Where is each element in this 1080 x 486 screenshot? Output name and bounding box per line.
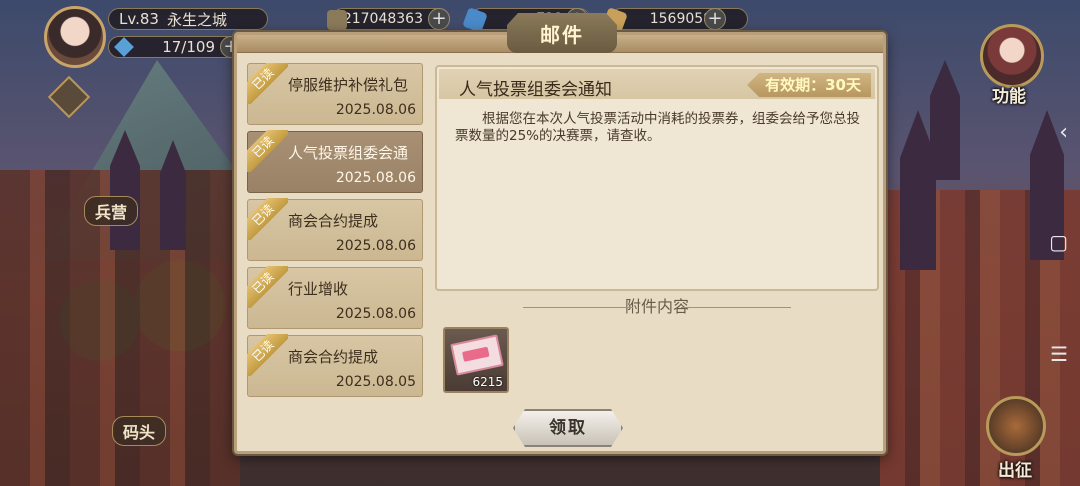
mail-item-title: 停服维护补偿礼包 xyxy=(288,76,409,94)
player-level: Lv.83 xyxy=(119,10,159,28)
expiry-badge: 有效期：30天 xyxy=(747,73,871,97)
mail-content-body: 根据您在本次人气投票活动中消耗的投票券，组委会给予您总投票数量的25%的决赛票，… xyxy=(455,111,860,144)
function-avatar-button[interactable] xyxy=(980,24,1044,88)
mail-item-title: 人气投票组委会通 xyxy=(288,144,409,162)
attachment-slot[interactable]: 6215 xyxy=(443,327,509,393)
expedition-label[interactable]: 出征 xyxy=(998,456,1032,481)
energy-icon xyxy=(114,37,134,57)
mail-item-date: 2025.08.06 xyxy=(335,170,416,186)
home-icon[interactable]: ▢ xyxy=(1049,230,1068,254)
add-gold-button[interactable]: + xyxy=(428,8,450,30)
back-icon[interactable]: ‹ xyxy=(1059,120,1068,145)
mail-item-date: 2025.08.06 xyxy=(335,306,416,322)
castle-tower xyxy=(930,60,960,180)
barracks-tag[interactable]: 兵营 xyxy=(84,196,139,226)
mail-content-title: 人气投票组委会通知 xyxy=(459,80,612,100)
divider-line xyxy=(523,307,633,308)
read-badge: 已读 xyxy=(247,266,288,308)
mail-list[interactable]: 已读 停服维护补偿礼包 2025.08.06 已读 人气投票组委会通 2025.… xyxy=(247,63,427,433)
gold-value: 217048363 xyxy=(342,11,423,27)
divider-line xyxy=(681,307,791,308)
mail-item-title: 行业增收 xyxy=(288,280,349,298)
read-badge: 已读 xyxy=(247,130,288,172)
mail-item-title: 商会合约提成 xyxy=(288,212,379,230)
mail-item[interactable]: 已读 商会合约提成 2025.08.06 xyxy=(247,198,423,261)
mail-item-selected[interactable]: 已读 人气投票组委会通 2025.08.06 xyxy=(247,130,423,193)
menu-icon[interactable]: ☰ xyxy=(1050,342,1068,366)
coin-counter: 15690587 xyxy=(602,7,748,33)
attachment-count: 6215 xyxy=(472,375,503,389)
player-name: 永生之城 xyxy=(166,10,227,29)
energy-bar: 17/109 xyxy=(108,36,238,58)
mail-item-date: 2025.08.06 xyxy=(335,102,416,118)
mail-content-panel: 人气投票组委会通知 有效期：30天 根据您在本次人气投票活动中消耗的投票券，组委… xyxy=(435,65,879,291)
mail-item-date: 2025.08.06 xyxy=(335,238,416,254)
vote-ticket-icon xyxy=(450,334,504,376)
read-badge: 已读 xyxy=(247,198,288,240)
mail-dialog: 邮件 已读 停服维护补偿礼包 2025.08.06 已读 人气投票组委会通 20… xyxy=(234,13,886,454)
claim-button[interactable]: 领取 xyxy=(513,409,623,447)
player-level-bar: Lv.83 永生之城 xyxy=(108,8,268,30)
energy-value: 17/109 xyxy=(162,38,215,56)
read-badge: 已读 xyxy=(247,63,288,104)
dialog-title: 邮件 xyxy=(507,13,617,53)
gold-icon xyxy=(327,10,347,30)
dock-tag[interactable]: 码头 xyxy=(112,416,167,446)
mail-item[interactable]: 已读 商会合约提成 2025.08.05 xyxy=(247,334,423,397)
read-badge: 已读 xyxy=(247,334,288,376)
attachments-divider: 附件内容 xyxy=(435,297,879,317)
expedition-button[interactable] xyxy=(986,396,1046,456)
mail-content-header: 人气投票组委会通知 有效期：30天 xyxy=(439,69,875,100)
mail-item-date: 2025.08.05 xyxy=(335,374,416,390)
player-avatar[interactable] xyxy=(44,6,106,68)
function-label[interactable]: 功能 xyxy=(992,82,1026,107)
add-coin-button[interactable]: + xyxy=(704,8,726,30)
mail-item-title: 商会合约提成 xyxy=(288,348,379,366)
mail-item[interactable]: 已读 行业增收 2025.08.06 xyxy=(247,266,423,329)
mail-item[interactable]: 已读 停服维护补偿礼包 2025.08.06 xyxy=(247,63,423,125)
attachments-label: 附件内容 xyxy=(624,297,689,316)
